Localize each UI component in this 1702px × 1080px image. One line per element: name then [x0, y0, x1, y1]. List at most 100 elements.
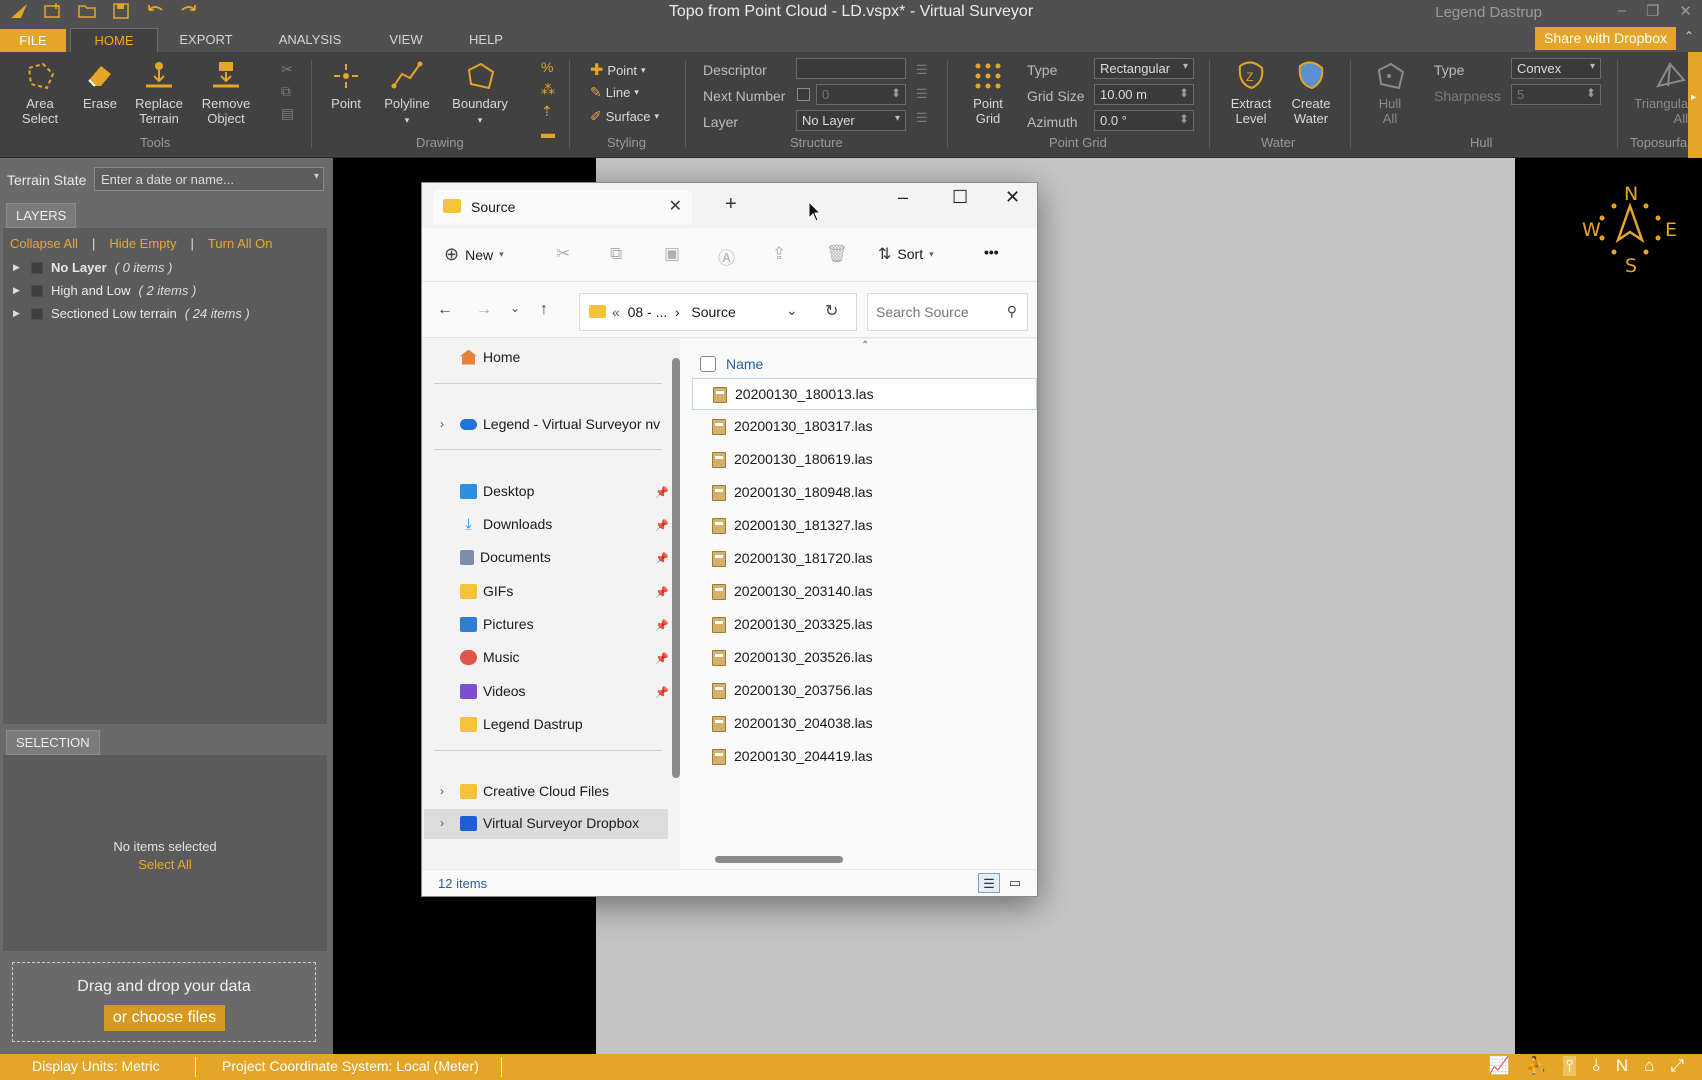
sharpness-input[interactable]: 5: [1511, 84, 1601, 105]
boundary-button[interactable]: Boundary ▾: [450, 60, 510, 128]
terrain-state-input[interactable]: Enter a date or name...: [94, 167, 324, 191]
file-row[interactable]: 20200130_181327.las: [692, 510, 1037, 542]
close-icon[interactable]: ✕: [1679, 2, 1692, 20]
select-all-checkbox[interactable]: [700, 356, 716, 372]
search-input[interactable]: Search Source ⚲: [867, 293, 1028, 331]
hide-empty-link[interactable]: Hide Empty: [109, 236, 176, 251]
nav-home[interactable]: Home: [460, 349, 520, 365]
path-current[interactable]: Source: [691, 304, 735, 320]
choose-files-button[interactable]: or choose files: [104, 1005, 225, 1031]
rename-icon[interactable]: Ⓐ: [718, 244, 735, 269]
measure-icon[interactable]: ⫯: [1563, 1056, 1577, 1076]
ribbon-scroll-right-button[interactable]: ▸: [1688, 52, 1702, 158]
compass-icon[interactable]: N S W E: [1582, 180, 1678, 276]
layers-tab[interactable]: LAYERS: [6, 203, 77, 228]
layer-row[interactable]: ▶ No Layer ( 0 items ): [13, 260, 172, 275]
nav-dropbox[interactable]: › Virtual Surveyor Dropbox: [440, 815, 639, 831]
name-column-header[interactable]: Name: [726, 356, 763, 372]
file-row[interactable]: 20200130_203140.las: [692, 576, 1037, 608]
collapse-all-link[interactable]: Collapse All: [10, 236, 78, 251]
pin-icon[interactable]: 📌: [655, 652, 669, 665]
paste-icon[interactable]: ▣: [664, 244, 680, 264]
align-icon[interactable]: ⇡: [541, 100, 555, 122]
extract-level-button[interactable]: Z Extract Level: [1225, 60, 1277, 126]
layer-select[interactable]: No Layer: [796, 110, 906, 131]
nav-videos[interactable]: Videos: [460, 683, 526, 699]
fullscreen-icon[interactable]: ⤢: [1670, 1056, 1684, 1076]
tiles-view-icon[interactable]: ▭: [1004, 873, 1026, 893]
list-settings-icon[interactable]: ☰: [916, 106, 928, 130]
forward-arrow-icon[interactable]: →: [476, 301, 492, 319]
nav-scrollbar[interactable]: [672, 358, 680, 778]
pin-icon[interactable]: 📌: [655, 619, 669, 632]
minimize-icon[interactable]: –: [1618, 2, 1626, 20]
minimize-icon[interactable]: –: [898, 187, 908, 208]
layer-edit-icon[interactable]: ▬: [541, 122, 555, 144]
more-options-button[interactable]: •••: [984, 244, 999, 260]
file-row[interactable]: 20200130_180013.las: [692, 378, 1037, 410]
surface-style-button[interactable]: ✐ Surface ▾: [590, 108, 659, 125]
expand-triangle-icon[interactable]: ▶: [13, 262, 23, 273]
point-style-button[interactable]: ✚ Point ▾: [590, 60, 646, 80]
tab-view[interactable]: VIEW: [378, 28, 434, 52]
maximize-icon[interactable]: ☐: [952, 187, 968, 208]
coordinate-system[interactable]: Project Coordinate System: Local (Meter): [222, 1058, 479, 1074]
refresh-icon[interactable]: ↻: [825, 301, 838, 321]
replace-terrain-button[interactable]: Replace Terrain: [133, 60, 185, 126]
expand-triangle-icon[interactable]: ▶: [13, 285, 23, 296]
next-number-checkbox[interactable]: [797, 88, 810, 101]
recent-locations-chevron-icon[interactable]: ⌄: [510, 301, 520, 315]
remove-object-button[interactable]: Remove Object: [198, 60, 254, 126]
file-row[interactable]: 20200130_204038.las: [692, 708, 1037, 740]
ribbon-collapse-icon[interactable]: ⌃: [1684, 29, 1694, 43]
person-icon[interactable]: ⛹: [1526, 1056, 1547, 1076]
file-row[interactable]: 20200130_181720.las: [692, 543, 1037, 575]
line-style-button[interactable]: ✎ Line ▾: [590, 84, 639, 101]
layer-visibility-checkbox[interactable]: [31, 261, 43, 274]
profile-chart-icon[interactable]: 📈: [1489, 1056, 1510, 1076]
up-arrow-icon[interactable]: ↑: [540, 301, 548, 319]
file-row[interactable]: 20200130_180317.las: [692, 411, 1037, 443]
chevron-right-icon[interactable]: ›: [440, 784, 444, 798]
file-row[interactable]: 20200130_180619.las: [692, 444, 1037, 476]
tab-export[interactable]: EXPORT: [168, 28, 244, 52]
north-icon[interactable]: N: [1616, 1056, 1628, 1076]
chevron-right-icon[interactable]: ›: [440, 417, 444, 431]
restore-icon[interactable]: ❐: [1646, 2, 1659, 20]
area-select-button[interactable]: Area Select: [18, 60, 62, 126]
share-icon[interactable]: ⇪: [772, 244, 786, 264]
layer-row[interactable]: ▶ High and Low ( 2 items ): [13, 283, 196, 298]
point-grid-button[interactable]: Point Grid: [963, 60, 1013, 126]
file-row[interactable]: 20200130_203325.las: [692, 609, 1037, 641]
user-name[interactable]: Legend Dastrup: [1435, 4, 1542, 21]
details-view-icon[interactable]: ☰: [978, 873, 1000, 893]
layer-row[interactable]: ▶ Sectioned Low terrain ( 24 items ): [13, 306, 250, 321]
pin-icon[interactable]: 📌: [655, 686, 669, 699]
percent-icon[interactable]: %: [541, 56, 555, 78]
drop-zone[interactable]: Drag and drop your data or choose files: [12, 962, 316, 1042]
layer-visibility-checkbox[interactable]: [31, 307, 43, 320]
pin-icon[interactable]: 📌: [655, 552, 669, 565]
hull-type-select[interactable]: Convex: [1511, 58, 1601, 79]
tab-home[interactable]: HOME: [70, 28, 158, 52]
layer-visibility-checkbox[interactable]: [31, 284, 43, 297]
nav-music[interactable]: Music: [460, 649, 520, 665]
paste-icon[interactable]: ▤: [281, 102, 294, 124]
triangulate-all-button[interactable]: Triangula All: [1628, 60, 1688, 126]
azimuth-input[interactable]: 0.0 °: [1094, 110, 1194, 131]
sort-button[interactable]: ⇅ Sort ▾: [878, 244, 934, 264]
point-draw-button[interactable]: Point: [326, 60, 366, 111]
grid-type-select[interactable]: Rectangular: [1094, 58, 1194, 79]
path-parent[interactable]: 08 - ...: [628, 304, 668, 320]
back-arrow-icon[interactable]: ←: [437, 301, 453, 319]
cut-icon[interactable]: ✂: [556, 244, 570, 264]
address-dropdown-icon[interactable]: ⌄: [786, 302, 798, 319]
snap-icon[interactable]: ⁂: [541, 78, 555, 100]
create-water-button[interactable]: Create Water: [1285, 60, 1337, 126]
pin-icon[interactable]: 📌: [655, 586, 669, 599]
cut-icon[interactable]: ✂: [281, 58, 294, 80]
list-settings-icon[interactable]: ☰: [916, 58, 928, 82]
elevation-icon[interactable]: ⫰: [1592, 1056, 1599, 1076]
selection-tab[interactable]: SELECTION: [6, 730, 100, 755]
expand-triangle-icon[interactable]: ▶: [13, 308, 23, 319]
